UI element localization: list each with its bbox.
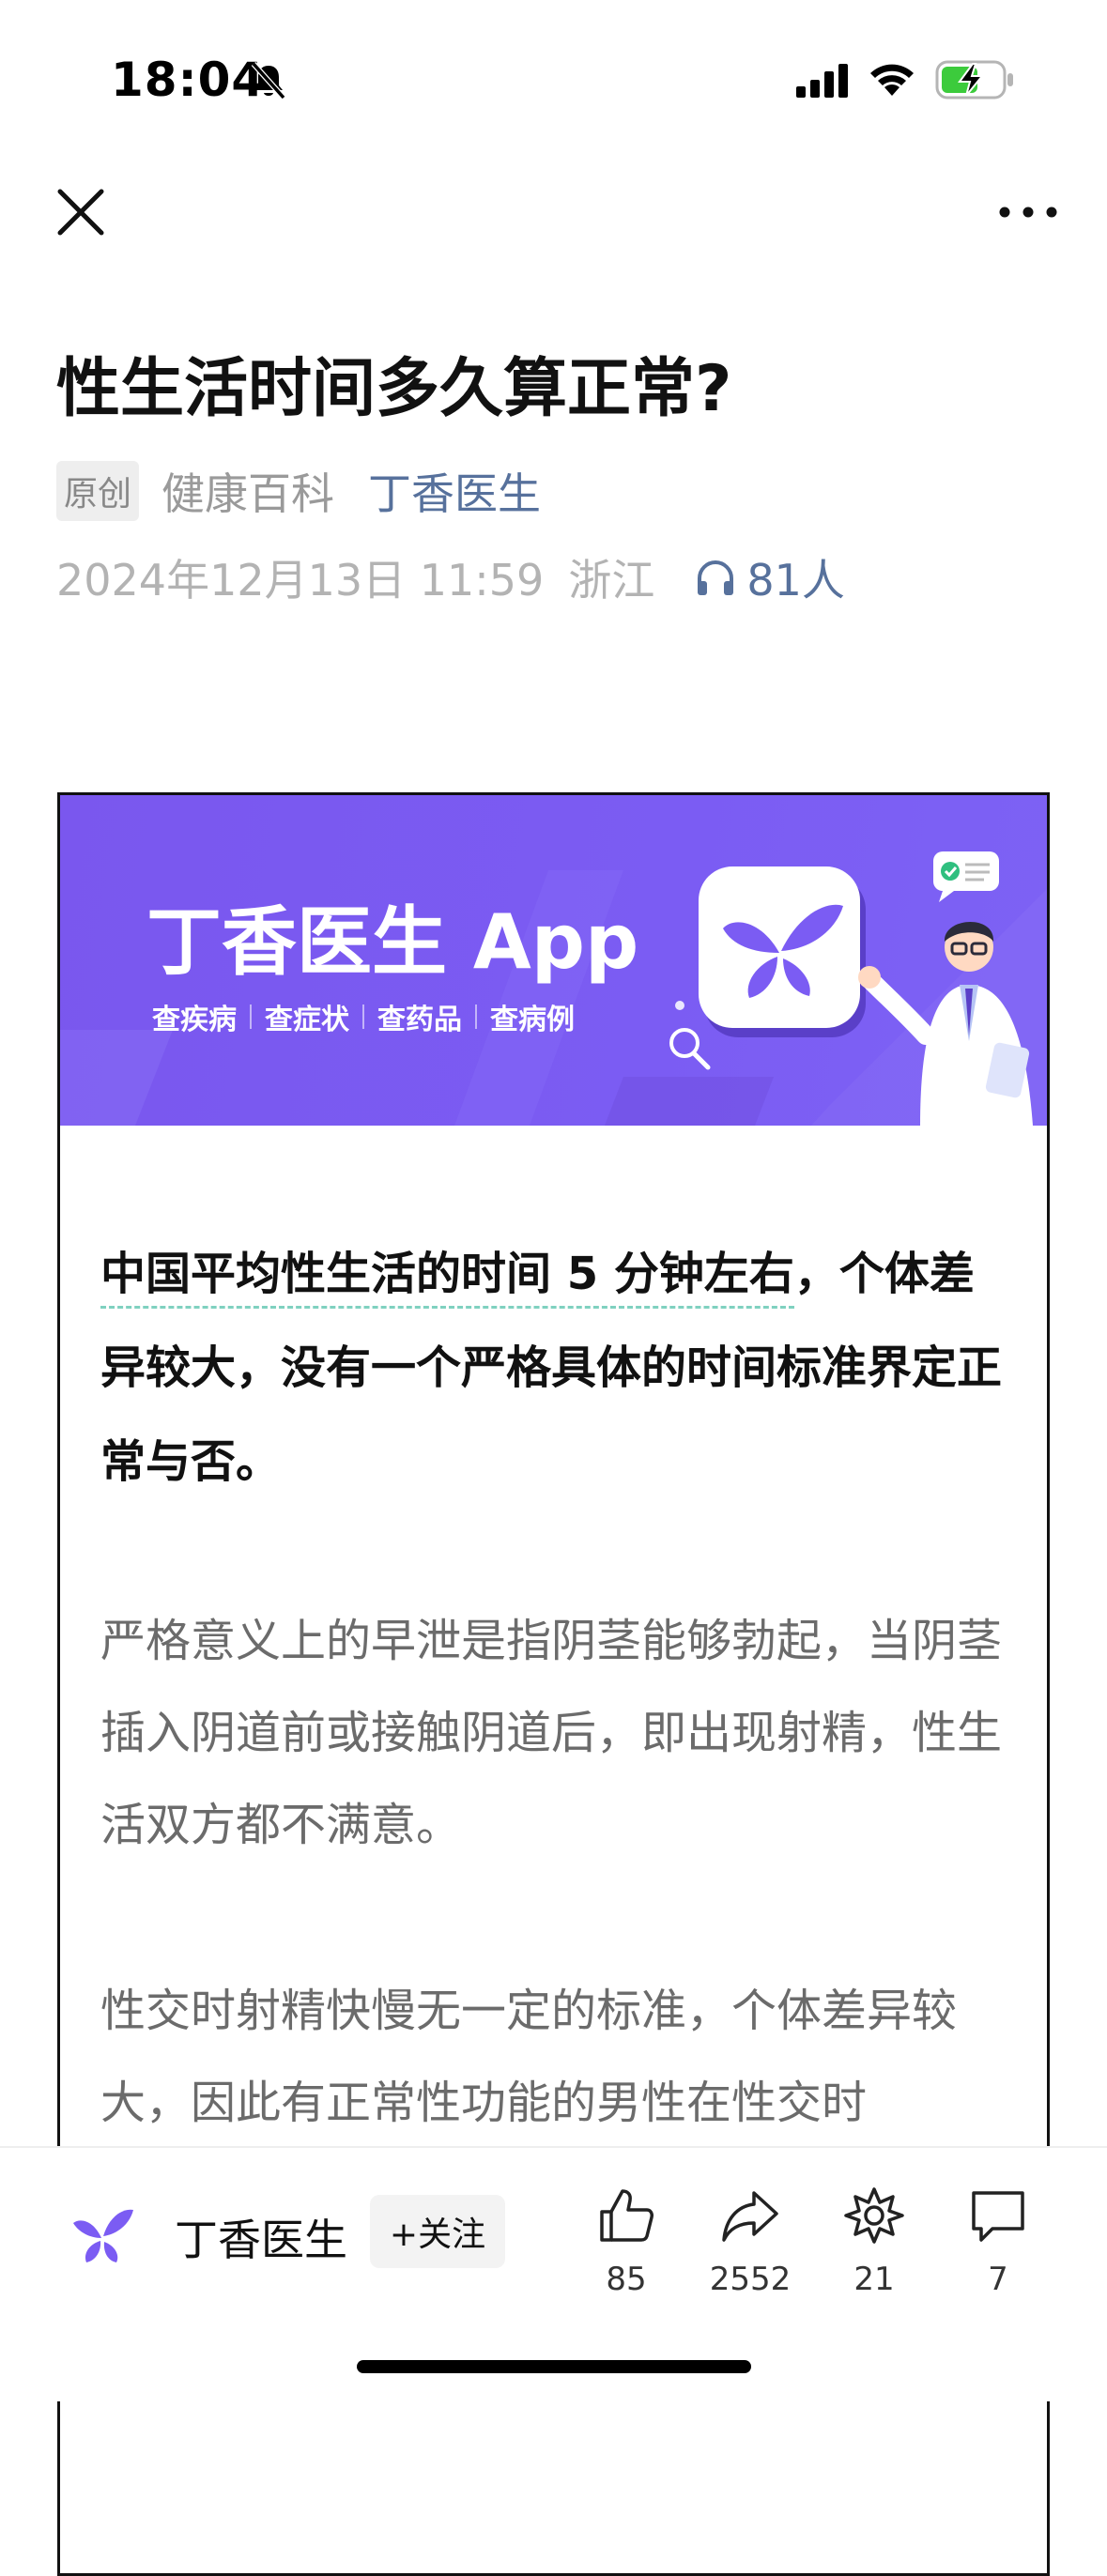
category-label: 健康百科 (161, 468, 335, 519)
keyword-highlight[interactable]: 中国平均性生活的时间 5 分钟左右 (100, 1248, 794, 1309)
home-indicator[interactable] (357, 2360, 751, 2373)
listen-button[interactable]: 81人 (694, 546, 845, 608)
lead-paragraph: 中国平均性生活的时间 5 分钟左右，个体差异较大，没有一个严格具体的时间标准界定… (100, 1227, 1011, 1509)
comment-count: 7 (988, 2261, 1008, 2298)
share-arrow-icon (722, 2191, 778, 2242)
bell-slash-icon (251, 62, 286, 100)
follow-button[interactable]: +关注 (370, 2195, 505, 2268)
banner-tag: 查病例 (490, 1004, 575, 1036)
banner-tag: 查疾病 (152, 1004, 237, 1036)
app-promo-banner[interactable]: 丁香医生 App 查疾病 查症状 查药品 查病例 (60, 795, 1047, 1126)
flower-icon (844, 2187, 904, 2244)
collect-button[interactable]: 21 (813, 2185, 935, 2298)
body-paragraph: 性交时射精快慢无一定的标准，个体差异较大，因此有正常性功能的男性在性交时 (100, 1985, 958, 2129)
battery-charging-icon (935, 60, 1013, 100)
publish-info: 2024年12月13日 11:59 浙江 81人 (56, 546, 845, 608)
listener-count: 81人 (746, 555, 845, 606)
headphone-icon (698, 560, 734, 595)
banner-title: 丁香医生 App (146, 898, 639, 986)
publish-location: 浙江 (568, 555, 655, 606)
doctor-illustration (858, 851, 1033, 1126)
comment-button[interactable]: 7 (937, 2185, 1059, 2298)
comment-bubble-icon (972, 2191, 1024, 2242)
app-logo-icon (699, 866, 866, 1037)
author-avatar[interactable] (69, 2202, 135, 2268)
cellular-signal-icon (796, 64, 848, 98)
status-time: 18:04 (111, 53, 266, 107)
share-count: 2552 (709, 2261, 792, 2298)
author-name[interactable]: 丁香医生 (175, 2206, 347, 2268)
banner-tag: 查药品 (377, 1004, 462, 1036)
author-link[interactable]: 丁香医生 (368, 460, 541, 522)
banner-tags: 查疾病 查症状 查药品 查病例 (152, 996, 575, 1037)
body-paragraph: 严格意义上的早泄是指阴茎能够勃起，当阴茎插入阴道前或接触阴道后，即出现射精，性生… (100, 1615, 1003, 1851)
collect-count: 21 (853, 2261, 895, 2298)
like-count: 85 (606, 2261, 647, 2298)
tag-divider (362, 1004, 364, 1029)
wifi-icon (870, 64, 914, 96)
like-button[interactable]: 85 (565, 2185, 687, 2298)
tag-divider (475, 1004, 477, 1029)
share-button[interactable]: 2552 (689, 2185, 811, 2298)
tag-divider (250, 1004, 252, 1029)
banner-tag: 查症状 (265, 1004, 349, 1036)
status-bar: 18:04 (0, 0, 1107, 160)
thumbs-up-icon (600, 2189, 653, 2242)
more-icon[interactable] (995, 193, 1061, 231)
original-badge: 原创 (56, 461, 140, 521)
close-icon[interactable] (53, 184, 109, 240)
article-title: 性生活时间多久算正常? (56, 352, 732, 426)
publish-date: 2024年12月13日 11:59 (56, 555, 545, 606)
article-meta: 原创 健康百科 丁香医生 (56, 460, 541, 522)
